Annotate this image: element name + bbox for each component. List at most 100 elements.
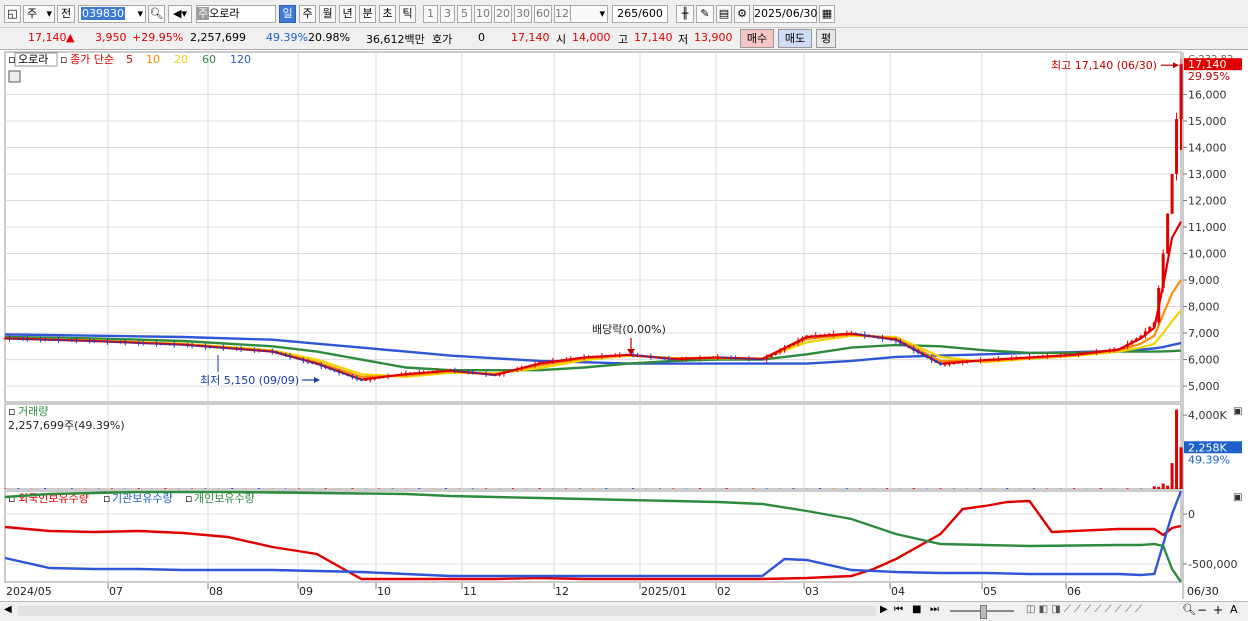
stock-code-input[interactable]: 039830 ▾ (78, 5, 146, 23)
candle-body-102 (457, 370, 461, 372)
search-icon[interactable]: 🔍︎ (148, 5, 165, 23)
scroll-left-icon[interactable]: ◀ (4, 604, 12, 615)
candle-body-175 (783, 347, 787, 351)
calendar-icon[interactable]: ▦ (819, 5, 835, 23)
fast-forward-icon[interactable]: ⏭ (930, 604, 939, 615)
candle-body-233 (1041, 356, 1045, 358)
minute-20-button[interactable]: 20 (494, 5, 512, 23)
custom-period-select[interactable]: ▾ (570, 5, 608, 23)
candle-body-26 (119, 342, 123, 344)
period-4-button[interactable]: 분 (359, 5, 376, 23)
candle-body-59 (266, 350, 270, 352)
market-select[interactable]: 주 ▾ (23, 5, 55, 23)
vol-bg-bar-231 (1033, 488, 1035, 489)
amount-value: 36,612백만 (366, 33, 425, 46)
candle-body-197 (881, 337, 885, 339)
save-icon[interactable]: ▤ (716, 5, 732, 23)
legend-ma-label: 종가 단순 (70, 53, 114, 66)
candle-icon[interactable]: ╫ (676, 5, 694, 23)
period-6-button[interactable]: 틱 (399, 5, 416, 23)
draw-tool-icon[interactable]: ✎ (696, 5, 714, 23)
candle-body-237 (1059, 355, 1063, 357)
candle-body-94 (422, 371, 426, 373)
vol-bg-bar-36 (164, 488, 167, 489)
candle-body-89 (399, 373, 403, 375)
prev-button[interactable]: 전 (57, 5, 75, 23)
candle-body-33 (150, 343, 154, 345)
candle-body-97 (435, 370, 439, 372)
font-a-icon[interactable]: A (1230, 603, 1238, 616)
gear-icon[interactable]: ⚙ (734, 5, 750, 23)
stock-name-field[interactable]: 주오로라 (196, 5, 276, 23)
avg-button[interactable]: 평 (816, 29, 836, 48)
period-5-button[interactable]: 초 (379, 5, 396, 23)
candle-body-196 (876, 337, 880, 339)
zoom-out-icon[interactable]: 🔍︎ (1182, 603, 1196, 616)
turnover-value: 20.98% (308, 31, 350, 44)
minute-60-button[interactable]: 60 (534, 5, 552, 23)
candle-body-110 (493, 374, 497, 376)
candle-body-200 (894, 340, 898, 342)
minute-3-button[interactable]: 3 (440, 5, 455, 23)
candle-body-107 (480, 373, 484, 375)
x-tick-label-2: 08 (209, 585, 223, 598)
candle-body-251 (1121, 346, 1125, 349)
vol-bg-bar-87 (391, 488, 394, 489)
rewind-icon[interactable]: ⏮ (894, 604, 903, 615)
period-3-button[interactable]: 년 (339, 5, 356, 23)
candle-body-225 (1005, 358, 1009, 360)
minute-10-button[interactable]: 10 (474, 5, 492, 23)
sell-button[interactable]: 매도 (778, 29, 812, 48)
candle-body-13 (61, 339, 65, 341)
vol-bg-bar-21 (97, 488, 100, 489)
candle-body-146 (653, 356, 657, 358)
candle-body-62 (279, 352, 283, 355)
candle-body-87 (391, 375, 395, 377)
date-field[interactable]: 2025/06/30 (753, 5, 817, 23)
candle-body-188 (840, 333, 844, 335)
period-2-button[interactable]: 월 (319, 5, 336, 23)
scroll-right-icon[interactable]: ▶ (880, 604, 888, 615)
candle-body-141 (631, 354, 635, 356)
candle-body-163 (729, 357, 733, 359)
candle-body-183 (818, 334, 822, 336)
minute-5-button[interactable]: 5 (457, 5, 472, 23)
window-menu-icon[interactable]: ◱ (4, 5, 21, 23)
count-value: 265 (617, 7, 639, 20)
candle-body-72 (324, 366, 328, 369)
period-1-button[interactable]: 주 (299, 5, 316, 23)
stock-name: 오로라 (209, 7, 240, 20)
minute-30-button[interactable]: 30 (514, 5, 532, 23)
candle-body-232 (1036, 356, 1040, 358)
plus-icon[interactable]: + (1213, 603, 1223, 617)
candle-body-108 (484, 373, 488, 375)
vol-bg-bar-15 (70, 488, 73, 489)
candle-body-71 (319, 364, 323, 367)
candle-body-180 (805, 335, 809, 339)
count-field[interactable]: 265/600 (612, 5, 668, 23)
candle-body-261 (1166, 213, 1170, 254)
candle-body-45 (203, 346, 207, 348)
chevron-down-icon[interactable]: ▾ (137, 6, 143, 22)
open-value: 14,000 (572, 31, 611, 44)
candle-body-263 (1175, 119, 1179, 174)
stop-icon[interactable]: ■ (912, 604, 921, 615)
table-icon (8, 70, 21, 83)
candle-body-249 (1112, 349, 1116, 351)
candle-body-34 (154, 343, 158, 345)
buy-button[interactable]: 매수 (740, 29, 774, 48)
horizontal-scrollbar[interactable] (18, 606, 876, 616)
minute-1-button[interactable]: 1 (423, 5, 438, 23)
zoom-slider-handle[interactable] (980, 605, 987, 619)
candle-body-210 (938, 362, 942, 365)
speaker-icon[interactable]: ◀▾ (168, 5, 192, 23)
view-tools-icon[interactable]: ◫ ◧ ◨ ⟋ ⟋ ⟋ ⟋ ⟋ ⟋ ⟋ ⟋ (1026, 604, 1142, 615)
period-0-button[interactable]: 일 (279, 5, 296, 23)
candle-body-245 (1094, 351, 1098, 353)
candle-body-78 (350, 376, 354, 378)
candle-body-159 (711, 357, 715, 359)
minus-icon[interactable]: − (1197, 603, 1207, 617)
chart-area[interactable]: 2024/05 07 08 09 10 11 12 2025/01 02 03 04 05 06 06/3… (0, 50, 1248, 601)
hold-close-icon: ▣ (1233, 492, 1242, 503)
legend-period-120: 120 (230, 53, 251, 66)
